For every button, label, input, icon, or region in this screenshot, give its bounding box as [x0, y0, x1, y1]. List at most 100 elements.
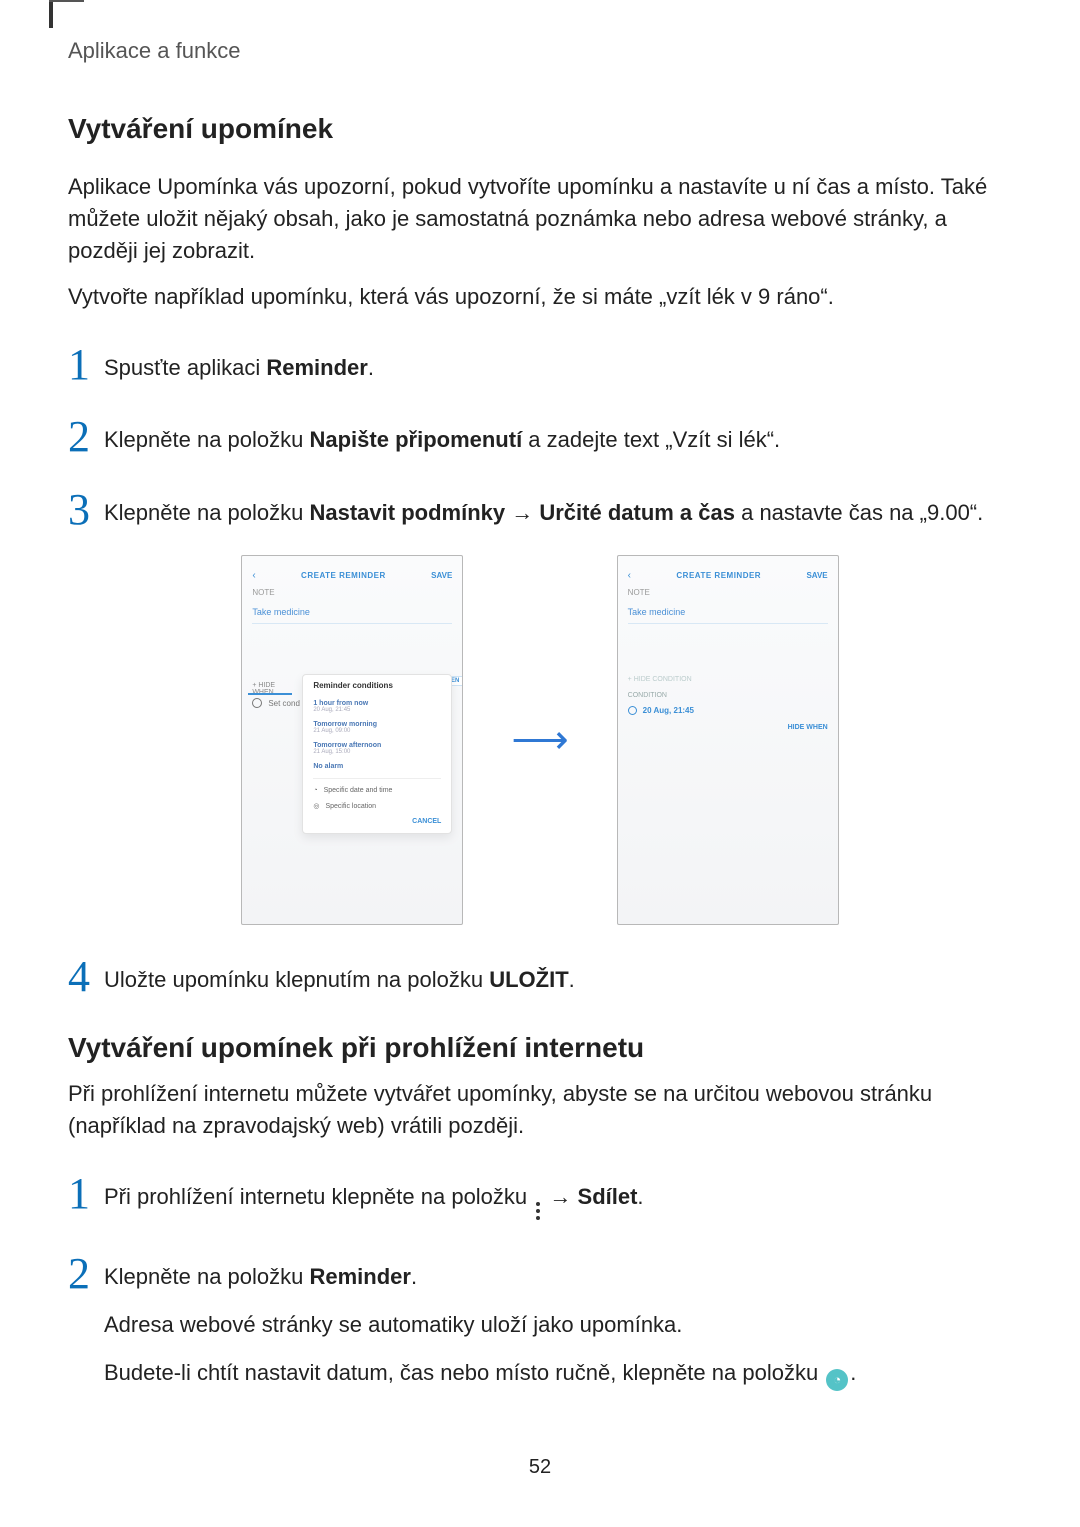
dd-item: Tomorrow afternoon 21 Aug, 15:00	[313, 738, 441, 759]
step-text: Uložte upomínku klepnutím na položku ULO…	[104, 964, 1012, 996]
spine-mark-top	[49, 0, 84, 2]
content: Vytváření upomínek Aplikace Upomínka vás…	[68, 113, 1012, 1391]
dd-item-l2: 21 Aug, 09:00	[313, 728, 441, 734]
condition-label: CONDITION	[628, 692, 667, 699]
screenshot-topbar: ‹ CREATE REMINDER SAVE	[628, 566, 828, 584]
step-1b: 1 Při prohlížení internetu klepněte na p…	[68, 1168, 1012, 1220]
arrow-icon: ⟶	[511, 717, 568, 763]
t: a nastavte čas na „9.00“.	[735, 500, 983, 525]
reminder-round-icon: ◔	[826, 1369, 848, 1391]
dd-item-l1: 1 hour from now	[313, 700, 441, 707]
save-label: SAVE	[431, 571, 452, 580]
section1-para1: Aplikace Upomínka vás upozorní, pokud vy…	[68, 171, 1012, 267]
conditions-dropdown: Reminder conditions 1 hour from now 20 A…	[302, 674, 452, 834]
reminder-text-field: Take medicine	[628, 600, 828, 624]
t: .	[637, 1184, 643, 1209]
ordered-list-2: 1 Při prohlížení internetu klepněte na p…	[68, 1168, 1012, 1391]
dd-cancel: CANCEL	[313, 818, 441, 825]
set-cond-row: Set cond	[252, 698, 300, 708]
screen-title: CREATE REMINDER	[301, 571, 386, 580]
t: .	[411, 1264, 417, 1289]
step-4: 4 Uložte upomínku klepnutím na položku U…	[68, 951, 1012, 996]
tab-underline	[248, 693, 292, 695]
note-label: NOTE	[628, 588, 650, 597]
dd-label: Specific location	[325, 803, 376, 810]
step-number: 4	[68, 955, 104, 999]
section1-para2: Vytvořte například upomínku, která vás u…	[68, 281, 1012, 313]
schedule-text: 20 Aug, 21:45	[643, 706, 694, 715]
screen-title: CREATE REMINDER	[676, 571, 761, 580]
step-number: 3	[68, 488, 104, 532]
set-cond-label: Set cond	[268, 699, 300, 708]
step-subtext: Adresa webové stránky se automatiky ulož…	[104, 1309, 1012, 1341]
screenshot-right: ‹ CREATE REMINDER SAVE NOTE Take medicin…	[617, 555, 839, 925]
section-title-2: Vytváření upomínek při prohlížení intern…	[68, 1032, 1012, 1064]
t-bold: Reminder	[310, 1264, 411, 1289]
t: Při prohlížení internetu klepněte na pol…	[104, 1184, 533, 1209]
dd-item: 1 hour from now 20 Aug, 21:45	[313, 696, 441, 717]
screenshot-topbar: ‹ CREATE REMINDER SAVE	[252, 566, 452, 584]
page-number: 52	[0, 1456, 1080, 1479]
step-3: 3 Klepněte na položku Nastavit podmínky …	[68, 484, 1012, 529]
section2-para: Při prohlížení internetu můžete vytvářet…	[68, 1078, 1012, 1142]
location-icon: ◎	[313, 802, 319, 810]
t: .	[569, 967, 575, 992]
step-number: 1	[68, 1172, 104, 1216]
t-bold: Nastavit podmínky	[310, 500, 506, 525]
t-bold: ULOŽIT	[489, 967, 568, 992]
t-bold: Reminder	[266, 355, 367, 380]
step-text: Klepněte na položku Reminder. Adresa web…	[104, 1261, 1012, 1391]
step-text: Klepněte na položku Napište připomenutí …	[104, 424, 1012, 456]
page: Aplikace a funkce Vytváření upomínek Apl…	[0, 0, 1080, 1527]
hide-when-link: HIDE WHEN	[788, 724, 828, 731]
dd-title: Reminder conditions	[313, 681, 441, 690]
dd-item-l2: 21 Aug, 15:00	[313, 749, 441, 755]
more-vert-icon	[535, 1202, 541, 1220]
dd-item-l1: Tomorrow afternoon	[313, 742, 441, 749]
dd-item: Tomorrow morning 21 Aug, 09:00	[313, 717, 441, 738]
schedule-row: 20 Aug, 21:45	[628, 706, 694, 715]
step-number: 2	[68, 1252, 104, 1296]
divider	[313, 778, 441, 779]
step-text: Klepněte na položku Nastavit podmínky → …	[104, 497, 1012, 529]
dd-item-l1: No alarm	[313, 763, 441, 770]
t-bold: Sdílet	[578, 1184, 638, 1209]
dd-specific-datetime: ◔ Specific date and time	[313, 783, 441, 798]
t: Budete-li chtít nastavit datum, čas nebo…	[104, 1360, 824, 1385]
ordered-list-1: 1 Spusťte aplikaci Reminder. 2 Klepněte …	[68, 339, 1012, 530]
t: .	[850, 1360, 856, 1385]
t: Klepněte na položku	[104, 427, 310, 452]
tab-hidewhen: + HIDE WHEN	[242, 678, 298, 700]
save-label: SAVE	[806, 571, 827, 580]
step-text: Spusťte aplikaci Reminder.	[104, 352, 1012, 384]
step-number: 2	[68, 415, 104, 459]
screenshot-left: ‹ CREATE REMINDER SAVE NOTE Take medicin…	[241, 555, 463, 925]
t: a zadejte text „Vzít si lék“.	[522, 427, 780, 452]
back-icon: ‹	[252, 570, 255, 581]
section-title-1: Vytváření upomínek	[68, 113, 1012, 145]
t-bold: Určité datum a čas	[539, 500, 735, 525]
t: Uložte upomínku klepnutím na položku	[104, 967, 489, 992]
clock-icon	[628, 706, 637, 715]
clock-icon: ◔	[313, 787, 317, 794]
note-label: NOTE	[252, 588, 274, 597]
step-text: Při prohlížení internetu klepněte na pol…	[104, 1181, 1012, 1220]
dd-label: Specific date and time	[324, 787, 393, 794]
spine-mark	[49, 0, 53, 28]
dd-item: No alarm	[313, 759, 441, 774]
step-2: 2 Klepněte na položku Napište připomenut…	[68, 411, 1012, 456]
step-number: 1	[68, 343, 104, 387]
dd-item-l2: 20 Aug, 21:45	[313, 707, 441, 713]
t-bold: Napište připomenutí	[310, 427, 523, 452]
hide-condition-label: + HIDE CONDITION	[628, 676, 828, 683]
dd-specific-location: ◎ Specific location	[313, 798, 441, 814]
back-icon: ‹	[628, 570, 631, 581]
step-2b: 2 Klepněte na položku Reminder. Adresa w…	[68, 1248, 1012, 1391]
ordered-list-1b: 4 Uložte upomínku klepnutím na položku U…	[68, 951, 1012, 996]
t: Klepněte na položku	[104, 1264, 310, 1289]
t: Spusťte aplikaci	[104, 355, 266, 380]
reminder-text-field: Take medicine	[252, 600, 452, 624]
t: Klepněte na položku	[104, 500, 310, 525]
dd-item-l1: Tomorrow morning	[313, 721, 441, 728]
arrow-inline: →	[543, 1184, 577, 1209]
